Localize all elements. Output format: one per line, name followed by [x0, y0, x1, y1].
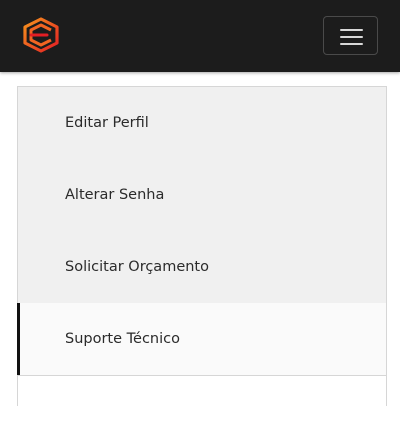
profile-menu: Editar Perfil Alterar Senha Solicitar Or…	[17, 86, 387, 448]
top-navbar	[0, 0, 400, 72]
menu-item-editar-perfil[interactable]: Editar Perfil	[18, 87, 386, 159]
menu-item-suporte-tecnico[interactable]: Suporte Técnico	[17, 303, 386, 375]
navbar-toggler-button[interactable]	[323, 16, 378, 55]
brand-logo-icon[interactable]	[22, 16, 60, 54]
menu-item-label: Suporte Técnico	[65, 331, 180, 347]
menu-item-next[interactable]	[18, 375, 386, 448]
menu-item-label: Editar Perfil	[65, 115, 149, 131]
menu-item-alterar-senha[interactable]: Alterar Senha	[18, 159, 386, 231]
menu-item-solicitar-orcamento[interactable]: Solicitar Orçamento	[18, 231, 386, 303]
menu-item-label: Solicitar Orçamento	[65, 259, 209, 275]
menu-item-label: Alterar Senha	[65, 187, 165, 203]
